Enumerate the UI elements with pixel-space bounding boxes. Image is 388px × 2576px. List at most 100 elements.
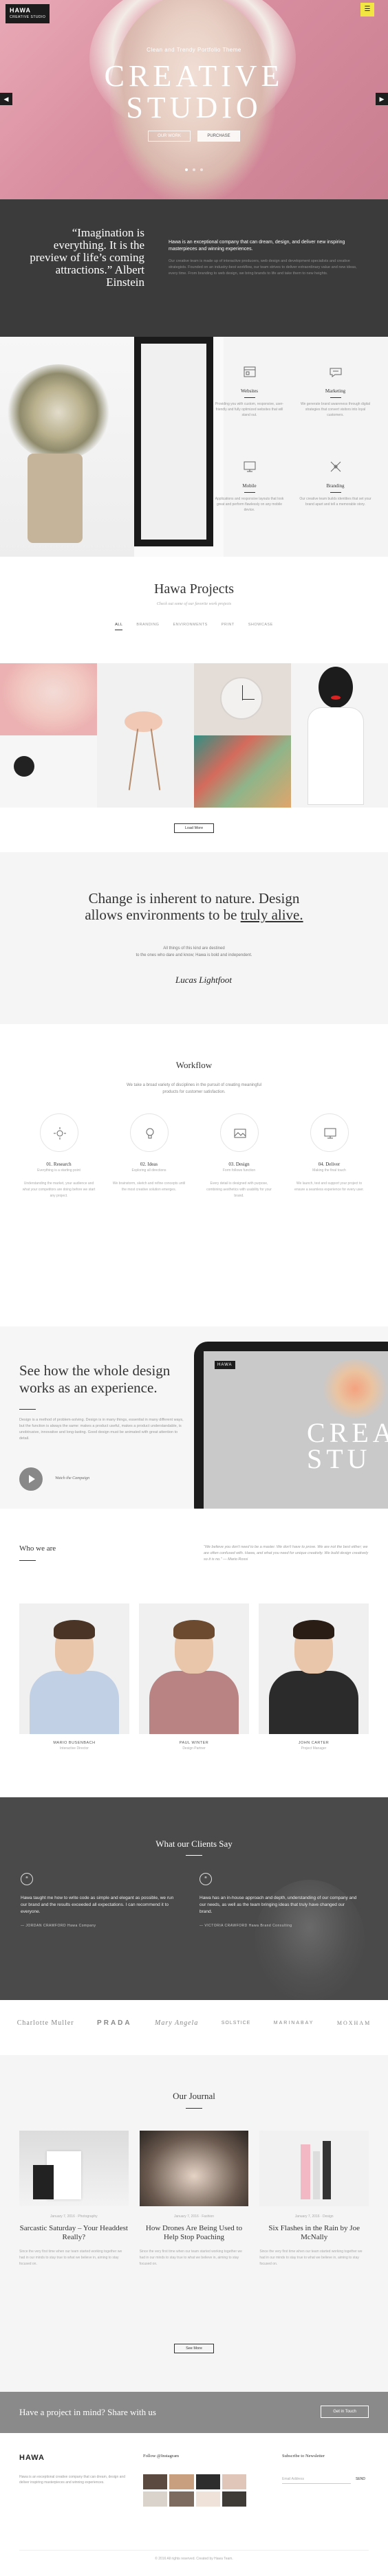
- member-hair: [293, 1620, 334, 1639]
- journal-post[interactable]: January 7, 2016 · Photography Sarcastic …: [19, 2131, 129, 2267]
- workflow-step-tag: Form follows function: [222, 1168, 256, 1173]
- menu-icon[interactable]: ☰: [360, 3, 374, 16]
- sun-icon: [53, 1127, 66, 1140]
- change-title: Change is inherent to nature. Design all…: [0, 890, 388, 923]
- filter-tab-branding[interactable]: BRANDING: [136, 623, 159, 630]
- change-text: All things of this kind are destined to …: [0, 945, 388, 959]
- slider-dot[interactable]: [193, 168, 195, 171]
- workflow-step-name: 01. Research: [46, 1162, 72, 1167]
- slider-dot[interactable]: [200, 168, 203, 171]
- member-hair: [54, 1620, 95, 1639]
- slider-prev-icon[interactable]: ◀: [0, 93, 12, 105]
- newsletter-send-button[interactable]: SEND: [352, 2474, 369, 2484]
- workflow-step-text: Every detail is designed with purpose, c…: [206, 1181, 272, 1198]
- filter-tab-print[interactable]: PRINT: [222, 623, 235, 630]
- get-in-touch-button[interactable]: Get in Touch: [321, 2406, 369, 2418]
- play-icon[interactable]: [19, 1467, 43, 1491]
- tablet-flowers: [321, 1359, 388, 1418]
- instagram-photo[interactable]: [222, 2474, 246, 2489]
- client-logo[interactable]: SOLSTICE: [222, 2021, 251, 2025]
- filter-tab-environments[interactable]: ENVIRONMENTS: [173, 623, 207, 630]
- filter-tab-showcase[interactable]: SHOWCASE: [248, 623, 273, 630]
- journal-section: Our Journal January 7, 2016 · Photograph…: [0, 2055, 388, 2392]
- instagram-photo[interactable]: [143, 2491, 168, 2507]
- member-body: [30, 1671, 119, 1734]
- service-item: Websites Providing you with custom, resp…: [206, 364, 292, 418]
- instagram-photo[interactable]: [143, 2474, 168, 2489]
- post-image: [259, 2131, 369, 2206]
- instagram-photo[interactable]: [169, 2491, 194, 2507]
- purchase-button[interactable]: PURCHASE: [197, 131, 240, 142]
- tablet-word2: STU: [307, 1443, 371, 1474]
- testimonial-author: — VICTORIA CRAWFORD Hawa Brand Consultin…: [200, 1924, 292, 1928]
- project-tile[interactable]: [97, 663, 194, 808]
- post-title[interactable]: Sarcastic Saturday – Your Headdest Reall…: [19, 2224, 129, 2242]
- client-logo[interactable]: MOXHAM: [337, 2020, 371, 2026]
- member-body: [149, 1671, 239, 1734]
- projects-section: Hawa Projects Check out some of our favo…: [0, 557, 388, 852]
- play-label[interactable]: Watch the Campaign: [55, 1476, 89, 1480]
- disc-image: [14, 756, 34, 777]
- slider-next-icon[interactable]: ▶: [376, 93, 388, 105]
- service-title: Marketing: [325, 388, 346, 394]
- projects-subtitle: Check out some of our favorite work proj…: [156, 602, 232, 606]
- hero-kicker: Clean and Trendy Portfolio Theme: [147, 47, 241, 53]
- post-title[interactable]: Six Flashes in the Rain by Joe McNally: [259, 2224, 369, 2242]
- workflow-title: Workflow: [175, 1060, 213, 1070]
- client-logos: Charlotte Muller PRADA Mary Angela SOLST…: [0, 2019, 388, 2027]
- team-quote: “We believe you don't need to be a maste…: [204, 1545, 369, 1562]
- chair-leg: [128, 729, 139, 790]
- service-title: Mobile: [242, 483, 257, 489]
- tablet-title: CREA STU: [307, 1419, 388, 1474]
- newsletter-email-input[interactable]: Email Address: [282, 2474, 351, 2484]
- flowers-vase: [28, 454, 83, 543]
- picture-frame: [134, 337, 213, 546]
- client-logo[interactable]: Mary Angela: [155, 2019, 198, 2027]
- instagram-photo[interactable]: [222, 2491, 246, 2507]
- testimonial: “ Hawa taught me how to write code as si…: [21, 1873, 179, 1928]
- instagram-photo[interactable]: [195, 2491, 220, 2507]
- post-title[interactable]: How Drones Are Being Used to Help Stop P…: [140, 2224, 249, 2242]
- client-logo[interactable]: Charlotte Muller: [17, 2019, 74, 2027]
- service-title: Branding: [326, 483, 345, 489]
- footer-logo[interactable]: HAWA: [19, 2454, 45, 2462]
- service-text: Providing you with custom, responsive, u…: [215, 402, 284, 417]
- see-more-button[interactable]: See More: [174, 2344, 214, 2353]
- team-member[interactable]: PAUL WINTER Design Partner: [139, 1603, 249, 1751]
- project-tile[interactable]: [291, 663, 388, 808]
- client-logo[interactable]: PRADA: [97, 2019, 132, 2027]
- team-member[interactable]: MARIO BUSENBACH Interactive Director: [19, 1603, 129, 1751]
- flowers-image: [0, 337, 138, 557]
- project-tile[interactable]: [194, 735, 291, 808]
- member-photo: [259, 1603, 369, 1734]
- post-excerpt: Since the very first time when our team …: [139, 2250, 242, 2266]
- filter-tab-all[interactable]: ALL: [115, 623, 123, 630]
- instagram-photo[interactable]: [169, 2474, 194, 2489]
- journal-grid: January 7, 2016 · Photography Sarcastic …: [19, 2131, 369, 2267]
- instagram-photo[interactable]: [195, 2474, 220, 2489]
- cta-text: Have a project in mind? Share with us: [19, 2407, 156, 2417]
- project-tile[interactable]: [0, 663, 97, 735]
- journal-post[interactable]: January 7, 2016 · Design Six Flashes in …: [259, 2131, 369, 2267]
- member-role: Interactive Director: [60, 1746, 89, 1751]
- team-title: Who we are: [19, 1544, 56, 1553]
- project-tile[interactable]: [0, 735, 97, 808]
- workflow-step-name: 03. Design: [228, 1162, 250, 1167]
- journal-post[interactable]: January 7, 2016 · Fashion How Drones Are…: [139, 2131, 249, 2267]
- testimonial-text: Hawa has an in-house approach and depth,…: [200, 1896, 357, 1914]
- site-logo[interactable]: HAWA CREATIVE STUDIO: [6, 4, 50, 23]
- member-role: Design Partner: [182, 1746, 206, 1751]
- project-tile[interactable]: [194, 663, 291, 735]
- tools-icon: [330, 461, 341, 472]
- team-member[interactable]: JOHN CARTER Project Manager: [259, 1603, 369, 1751]
- flowers-bunch: [7, 364, 110, 460]
- slider-dot[interactable]: [185, 168, 188, 171]
- workflow-step-tag: Everything is a starting point: [37, 1168, 80, 1173]
- book-grey: [313, 2151, 321, 2199]
- workflow-subtitle-line2: products for customer satisfaction.: [162, 1090, 226, 1094]
- services-section: Websites Providing you with custom, resp…: [0, 337, 388, 557]
- client-logo[interactable]: MARINABAY: [274, 2021, 314, 2025]
- load-more-button[interactable]: Load More: [174, 823, 214, 833]
- testimonial-author: — JORDAN CRAWFORD Hawa Company: [21, 1924, 96, 1928]
- our-work-button[interactable]: OUR WORK: [148, 131, 191, 142]
